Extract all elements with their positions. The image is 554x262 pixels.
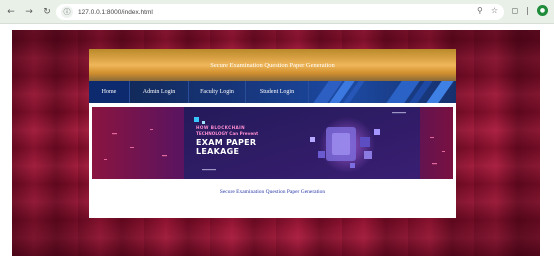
site-info-icon[interactable]: ⓘ: [61, 6, 73, 18]
nav-admin-login-link[interactable]: Admin Login: [130, 81, 188, 103]
menu-divider: |: [526, 6, 529, 15]
site-header: Secure Examination Question Paper Genera…: [89, 49, 456, 81]
main-container: Secure Examination Question Paper Genera…: [89, 49, 456, 218]
nav-divider: [308, 81, 309, 103]
banner-text-block: HOW BLOCKCHAIN TECHNOLOGY Can Prevent EX…: [196, 125, 258, 156]
site-title: Secure Examination Question Paper Genera…: [210, 61, 335, 69]
hero-banner-image: HOW BLOCKCHAIN TECHNOLOGY Can Prevent EX…: [92, 107, 453, 179]
bookmark-star-icon[interactable]: ☆: [491, 6, 498, 15]
url-text[interactable]: 127.0.0.1:8000/index.html: [78, 9, 153, 16]
address-bar[interactable]: ⓘ 127.0.0.1:8000/index.html ⚲ ☆: [56, 4, 504, 20]
page-background: Secure Examination Question Paper Genera…: [12, 30, 540, 256]
nav-student-login-link[interactable]: Student Login: [246, 81, 308, 103]
page-caption: Secure Examination Question Paper Genera…: [219, 189, 326, 195]
nav-decor-stripe: [426, 81, 454, 103]
profile-avatar[interactable]: ●: [537, 5, 548, 16]
arrow-left-icon[interactable]: ←: [4, 5, 18, 19]
banner-line4: LEAKAGE: [196, 147, 240, 156]
zoom-icon[interactable]: ⚲: [477, 6, 483, 15]
browser-toolbar: ← → ↻ ⓘ 127.0.0.1:8000/index.html ⚲ ☆ ◻ …: [0, 0, 554, 24]
banner-line2: TECHNOLOGY Can Prevent: [196, 131, 259, 136]
main-navigation: Home Admin Login Faculty Login Student L…: [89, 81, 456, 103]
banner-line1: HOW BLOCKCHAIN: [196, 125, 246, 130]
nav-faculty-login-link[interactable]: Faculty Login: [189, 81, 245, 103]
arrow-right-icon[interactable]: →: [22, 5, 36, 19]
nav-home-link[interactable]: Home: [89, 81, 129, 103]
banner-illustration: [92, 107, 453, 179]
reload-icon[interactable]: ↻: [40, 5, 54, 19]
extensions-icon[interactable]: ◻: [512, 6, 519, 15]
banner-line3: EXAM PAPER: [196, 138, 257, 147]
